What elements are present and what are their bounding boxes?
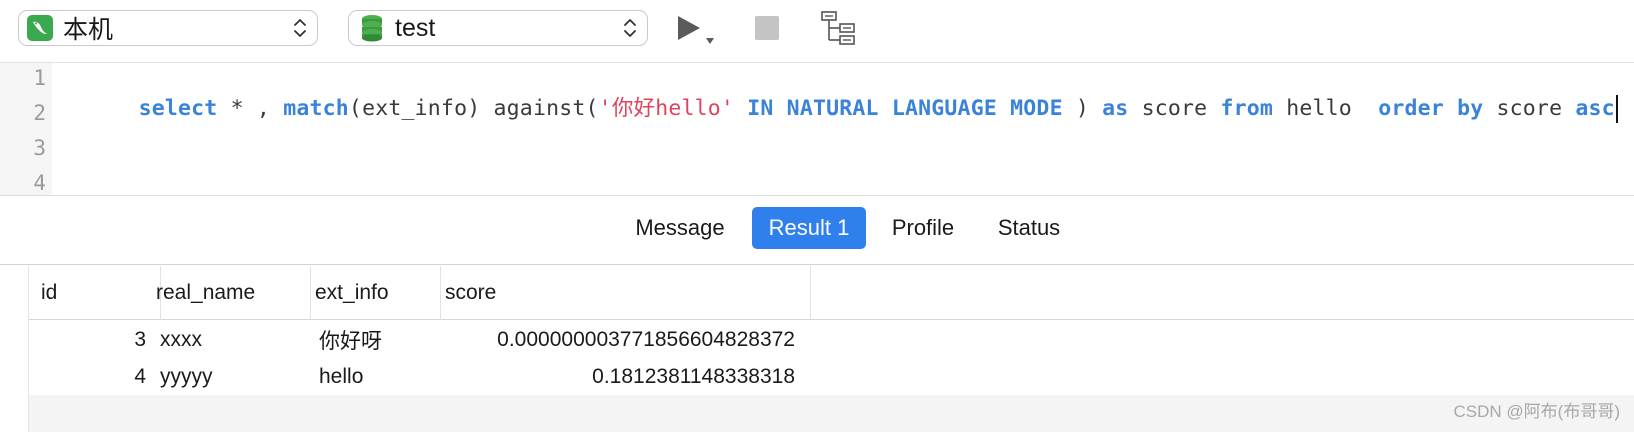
sql-keyword: order by <box>1378 96 1484 121</box>
database-icon <box>362 15 382 42</box>
watermark: CSDN @阿布(布哥哥) <box>1453 402 1620 421</box>
mysql-connection-icon <box>27 15 53 41</box>
cell-ext-info: 你好呀 <box>319 329 382 353</box>
tab-message[interactable]: Message <box>620 207 740 249</box>
column-header-id[interactable]: id <box>37 266 161 320</box>
sql-query-text: select * , match(ext_info) against('你好he… <box>139 96 1615 121</box>
sql-keyword: asc <box>1575 96 1615 121</box>
sql-keyword: from <box>1220 96 1274 121</box>
sql-text: ) <box>1062 96 1103 121</box>
grid-header: id real_name ext_info score <box>29 266 1634 320</box>
select-stepper-icon <box>624 19 636 37</box>
run-button[interactable] <box>676 14 716 48</box>
sql-keyword: select <box>138 96 218 121</box>
select-stepper-icon <box>294 19 306 37</box>
column-header-ext-info[interactable]: ext_info <box>311 266 441 320</box>
sql-text: score <box>1483 96 1576 121</box>
connection-select[interactable]: 本机 <box>18 10 318 46</box>
table-row[interactable]: 4 yyyyy hello 0.1812381148338318 <box>29 358 1634 395</box>
cell-real-name: xxxx <box>160 327 202 351</box>
database-select[interactable]: test <box>348 10 648 46</box>
column-header-score[interactable]: score <box>441 266 811 320</box>
cell-id: 3 <box>134 327 146 351</box>
line-number: 3 <box>33 136 46 160</box>
text-cursor <box>1615 95 1618 123</box>
column-header-real-name[interactable]: real_name <box>152 266 311 320</box>
line-number: 1 <box>33 66 46 90</box>
cell-real-name: yyyyy <box>160 364 213 388</box>
code-line-1[interactable]: select * , match(ext_info) against('你好he… <box>86 66 1618 148</box>
cell-ext-info: hello <box>319 364 364 388</box>
row-header-strip <box>0 266 29 432</box>
stop-button[interactable] <box>755 16 779 40</box>
line-number: 2 <box>33 101 46 125</box>
sql-text: score <box>1128 96 1221 121</box>
sql-keyword: IN NATURAL LANGUAGE MODE <box>747 96 1063 121</box>
sql-keyword: match <box>283 96 349 121</box>
line-number: 4 <box>33 171 46 195</box>
explain-button[interactable] <box>820 10 858 46</box>
sql-editor[interactable]: 1 2 3 4 select * , match(ext_info) again… <box>0 62 1634 196</box>
toolbar: 本机 test <box>0 0 1634 58</box>
result-grid[interactable]: id real_name ext_info score 3 xxxx 你好呀 0… <box>0 266 1634 432</box>
sql-text: hello <box>1273 96 1379 121</box>
tab-profile[interactable]: Profile <box>876 207 970 249</box>
sql-keyword: as <box>1102 96 1129 121</box>
play-icon <box>678 16 714 44</box>
sql-text: (ext_info) against( <box>348 96 599 121</box>
line-gutter: 1 2 3 4 <box>0 63 52 195</box>
tab-result-1[interactable]: Result 1 <box>752 207 866 249</box>
table-row-empty <box>29 395 1634 432</box>
tree-icon <box>821 11 855 45</box>
table-row[interactable]: 3 xxxx 你好呀 0.000000003771856604828372 <box>29 321 1634 358</box>
result-tabs: Message Result 1 Profile Status <box>0 197 1634 265</box>
connection-label: 本机 <box>63 16 114 44</box>
cell-id: 4 <box>134 364 146 388</box>
database-label: test <box>395 13 436 42</box>
cell-score: 0.000000003771856604828372 <box>497 327 795 351</box>
cell-score: 0.1812381148338318 <box>592 364 795 388</box>
tab-status[interactable]: Status <box>984 207 1074 249</box>
sql-text: * , <box>217 96 284 121</box>
sql-string: '你好hello' <box>598 96 735 121</box>
